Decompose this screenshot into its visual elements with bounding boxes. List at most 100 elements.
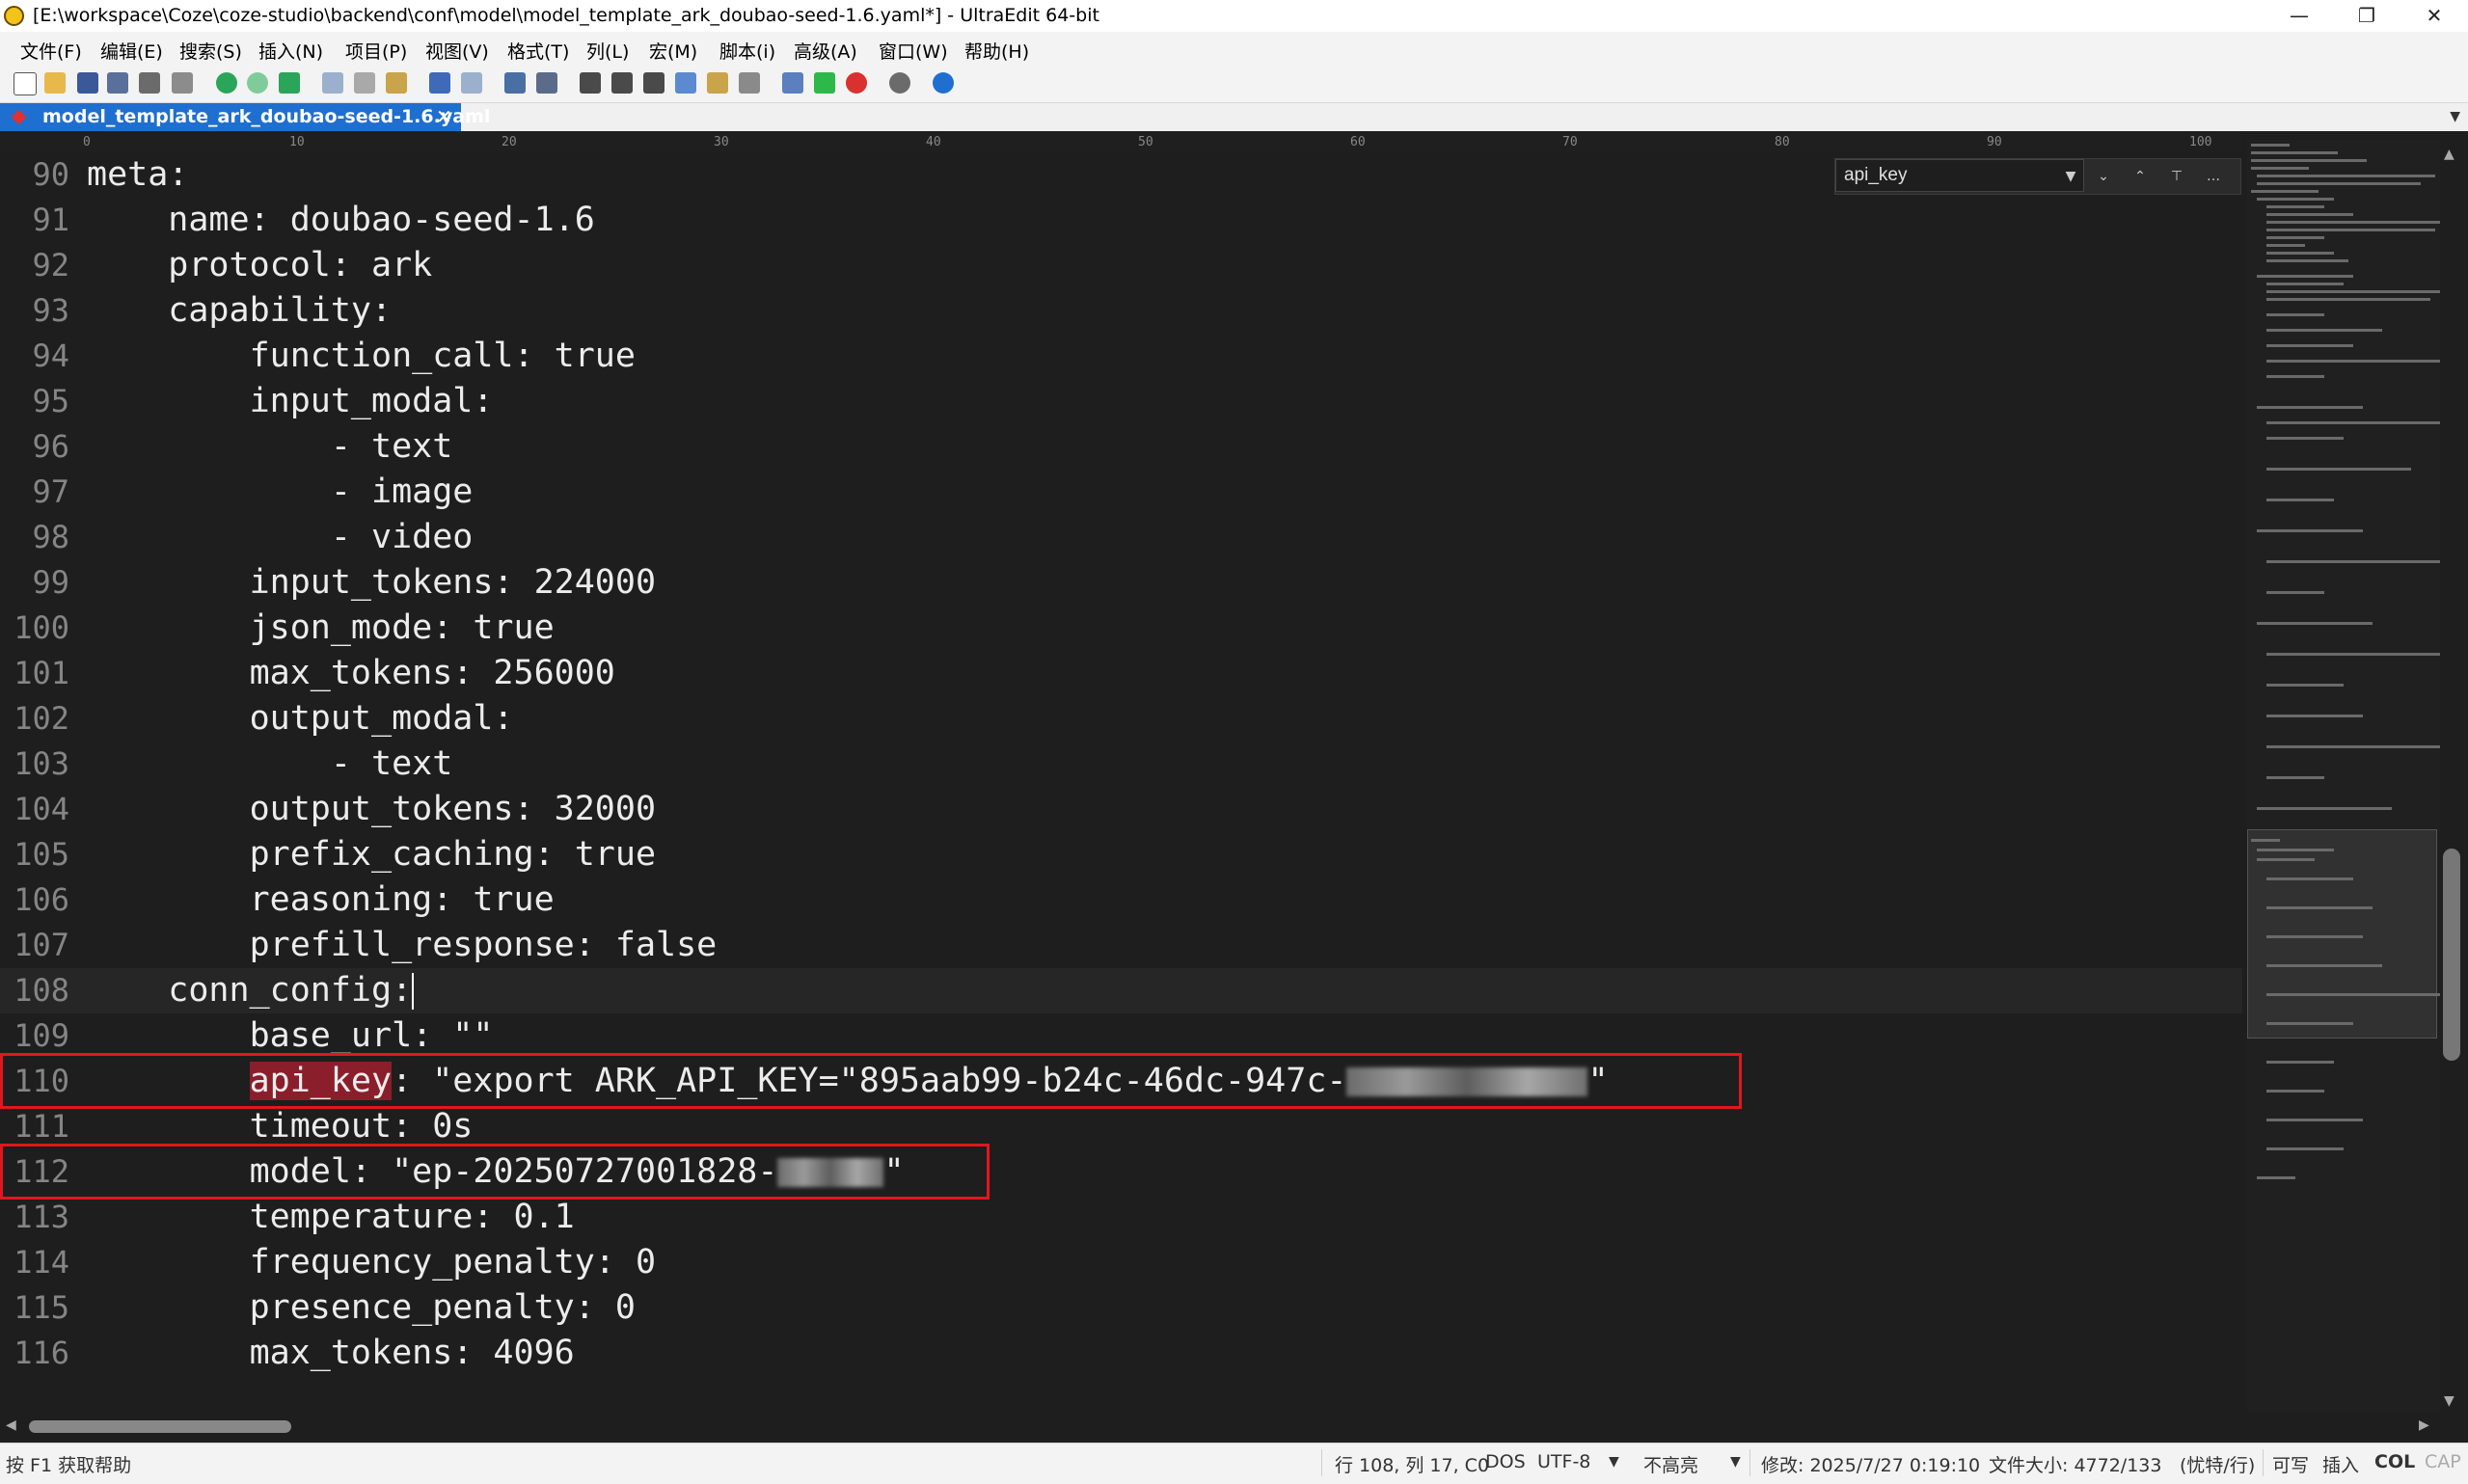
find-options-chevron-down-icon[interactable]: ⌄ bbox=[2092, 165, 2115, 188]
minimap-line bbox=[2266, 437, 2344, 440]
line-number: 103 bbox=[14, 745, 69, 782]
code-text: output_modal: bbox=[87, 699, 514, 738]
tab-close-icon[interactable]: ✕ bbox=[436, 105, 452, 128]
line-number: 92 bbox=[32, 247, 69, 283]
redo-icon[interactable] bbox=[461, 72, 482, 94]
menu-insert[interactable]: 插入(N) bbox=[258, 38, 323, 64]
menu-help[interactable]: 帮助(H) bbox=[964, 38, 1029, 64]
status-cursor-position[interactable]: 行 108, 列 17, C0 bbox=[1335, 1451, 1489, 1477]
macro-play-icon[interactable] bbox=[814, 72, 835, 94]
code-text: conn_config: bbox=[87, 968, 415, 1013]
find-icon[interactable] bbox=[580, 72, 601, 94]
find-first-arrow-icon[interactable]: ⊤ bbox=[2165, 165, 2188, 188]
find-more-icon[interactable]: … bbox=[2202, 165, 2225, 188]
minimap[interactable] bbox=[2247, 140, 2445, 1413]
code-text: max_tokens: 256000 bbox=[87, 654, 615, 692]
code-editor[interactable]: 90 meta: 91 name: doubao-seed-1.6 92 prot… bbox=[0, 152, 2242, 1417]
print-preview-icon[interactable] bbox=[172, 72, 193, 94]
minimap-line bbox=[2266, 1147, 2344, 1150]
maximize-button[interactable]: ❐ bbox=[2333, 0, 2400, 32]
code-text: max_tokens: 4096 bbox=[87, 1334, 575, 1372]
new-file-icon[interactable] bbox=[14, 72, 37, 95]
code-text: frequency_penalty: 0 bbox=[87, 1243, 657, 1282]
status-file-size: 文件大小: 4772/133 bbox=[1989, 1455, 2162, 1476]
find-history-chevron-down-icon[interactable]: ▼ bbox=[2059, 165, 2082, 188]
menu-window[interactable]: 窗口(W) bbox=[879, 38, 948, 64]
minimap-line bbox=[2257, 849, 2334, 851]
line-number: 97 bbox=[32, 473, 69, 510]
vertical-scroll-thumb[interactable] bbox=[2443, 849, 2460, 1061]
open-folder-icon[interactable] bbox=[44, 72, 66, 94]
back-icon[interactable] bbox=[216, 72, 237, 94]
minimap-line bbox=[2266, 375, 2324, 378]
macro-record-icon[interactable] bbox=[782, 72, 803, 94]
menu-script[interactable]: 脚本(i) bbox=[719, 38, 775, 64]
minimap-line bbox=[2266, 344, 2353, 347]
ruler-tick: 30 bbox=[714, 135, 729, 149]
menu-view[interactable]: 视图(V) bbox=[425, 38, 489, 64]
menu-column[interactable]: 列(L) bbox=[586, 38, 629, 64]
find-next-icon[interactable] bbox=[611, 72, 633, 94]
vertical-scrollbar[interactable]: ▲ ▼ bbox=[2440, 145, 2463, 1413]
print-icon[interactable] bbox=[139, 72, 160, 94]
status-encoding[interactable]: UTF-8 bbox=[1537, 1451, 1590, 1472]
undo-icon[interactable] bbox=[429, 72, 450, 94]
find-prev-icon[interactable] bbox=[643, 72, 664, 94]
scroll-left-arrow-icon[interactable]: ◀ bbox=[6, 1417, 16, 1433]
menu-macro[interactable]: 宏(M) bbox=[649, 38, 697, 64]
goto-icon[interactable] bbox=[279, 72, 300, 94]
hex-edit-icon[interactable] bbox=[504, 72, 526, 94]
menu-file[interactable]: 文件(F) bbox=[20, 38, 82, 64]
line-number: 111 bbox=[14, 1108, 69, 1145]
status-highlight-mode[interactable]: 不高亮 bbox=[1643, 1451, 1698, 1477]
copy-icon[interactable] bbox=[354, 72, 375, 94]
macro-stop-icon[interactable] bbox=[846, 72, 867, 94]
menu-edit[interactable]: 编辑(E) bbox=[100, 38, 163, 64]
quick-find-input[interactable] bbox=[1835, 159, 2084, 192]
scroll-up-arrow-icon[interactable]: ▲ bbox=[2444, 147, 2454, 162]
encoding-chevron-down-icon[interactable]: ▼ bbox=[1609, 1454, 1619, 1470]
minimize-button[interactable]: — bbox=[2265, 0, 2333, 32]
close-window-button[interactable]: ✕ bbox=[2400, 0, 2468, 32]
menu-search[interactable]: 搜索(S) bbox=[179, 38, 242, 64]
scroll-right-arrow-icon[interactable]: ▶ bbox=[2419, 1417, 2429, 1433]
tab-model-template[interactable]: model_template_ark_doubao-seed-1.6.yaml … bbox=[0, 103, 490, 131]
title-bar: [E:\workspace\Coze\coze-studio\backend\c… bbox=[0, 0, 2468, 32]
line-number: 108 bbox=[14, 972, 69, 1009]
status-insert-mode[interactable]: 插入 bbox=[2322, 1451, 2359, 1477]
save-all-icon[interactable] bbox=[107, 72, 128, 94]
ruler-tick: 10 bbox=[289, 135, 305, 149]
code-text: - video bbox=[87, 518, 474, 556]
scroll-down-arrow-icon[interactable]: ▼ bbox=[2444, 1393, 2454, 1409]
status-bar: 按 F1 获取帮助 行 108, 列 17, C0 DOS UTF-8 ▼ 不高… bbox=[0, 1443, 2468, 1484]
highlight-chevron-down-icon[interactable]: ▼ bbox=[1730, 1454, 1741, 1470]
line-number: 102 bbox=[14, 700, 69, 737]
help-icon[interactable] bbox=[933, 72, 954, 94]
line-number: 107 bbox=[14, 927, 69, 963]
status-column-mode[interactable]: COL bbox=[2374, 1451, 2415, 1472]
forward-icon[interactable] bbox=[247, 72, 268, 94]
line-number: 109 bbox=[14, 1017, 69, 1054]
tab-list-chevron-down-icon[interactable]: ▼ bbox=[2450, 109, 2460, 124]
paste-icon[interactable] bbox=[386, 72, 407, 94]
replace-in-files-icon[interactable] bbox=[739, 72, 760, 94]
line-number: 93 bbox=[32, 292, 69, 329]
gear-icon[interactable] bbox=[889, 72, 910, 94]
menu-advanced[interactable]: 高级(A) bbox=[794, 38, 857, 64]
horizontal-scroll-thumb[interactable] bbox=[29, 1420, 291, 1433]
horizontal-scrollbar[interactable]: ◀ ▶ bbox=[0, 1416, 2440, 1437]
cut-icon[interactable] bbox=[322, 72, 343, 94]
save-icon[interactable] bbox=[77, 72, 98, 94]
replace-icon[interactable] bbox=[675, 72, 696, 94]
code-line: 98 - video bbox=[0, 515, 2242, 560]
find-previous-arrow-icon[interactable]: ⌃ bbox=[2129, 165, 2152, 188]
code-line: 99 input_tokens: 224000 bbox=[0, 560, 2242, 606]
find-in-files-icon[interactable] bbox=[707, 72, 728, 94]
ruler-tick: 40 bbox=[926, 135, 941, 149]
status-line-ending[interactable]: DOS bbox=[1485, 1451, 1526, 1472]
menu-format[interactable]: 格式(T) bbox=[507, 38, 569, 64]
menu-project[interactable]: 项目(P) bbox=[345, 38, 407, 64]
word-wrap-icon[interactable] bbox=[536, 72, 557, 94]
code-line: 94 function_call: true bbox=[0, 334, 2242, 379]
status-writable[interactable]: 可写 bbox=[2272, 1451, 2309, 1477]
